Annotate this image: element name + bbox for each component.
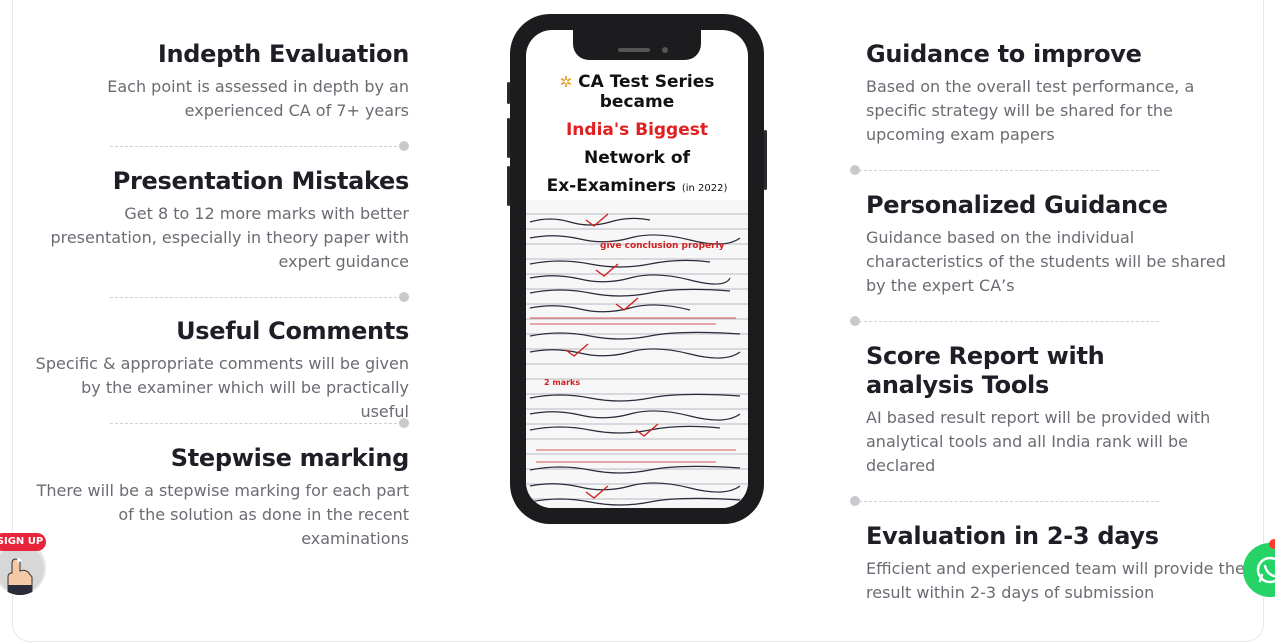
feature-desc: Each point is assessed in depth by an ex…	[107, 77, 409, 120]
feature-stepwise-marking: Stepwise marking There will be a stepwis…	[28, 444, 410, 551]
feature-desc: Guidance based on the individual charact…	[866, 228, 1226, 295]
answer-sheet-image: give conclusion properly 2 marks	[526, 200, 748, 508]
feature-title: Useful Comments	[176, 317, 409, 345]
feature-score-report: Score Report with analysis Tools AI base…	[866, 342, 1216, 478]
sheet-marks: 2 marks	[544, 378, 581, 387]
feature-desc: AI based result report will be provided …	[866, 408, 1211, 475]
feature-evaluation-2-3-days: Evaluation in 2-3 days Efficient and exp…	[866, 522, 1246, 605]
promo-line-4: Ex-Examiners	[546, 176, 676, 196]
feature-title: Evaluation in 2-3 days	[866, 522, 1159, 550]
phone-mockup: ✲ CA Test Series became India's Biggest …	[507, 14, 767, 524]
promo-line-1: CA Test Series became	[578, 72, 715, 112]
promo-banner: ✲ CA Test Series became India's Biggest …	[526, 60, 748, 196]
feature-personalized-guidance: Personalized Guidance Guidance based on …	[866, 191, 1246, 298]
divider	[110, 297, 402, 298]
divider	[859, 170, 1159, 171]
feature-title: Presentation Mistakes	[112, 167, 410, 195]
feature-title: Indepth Evaluation	[157, 40, 409, 68]
feature-presentation-mistakes: Presentation Mistakes Get 8 to 12 more m…	[28, 167, 409, 274]
party-popper-icon: ✲	[559, 73, 573, 91]
phone-side-button	[507, 118, 510, 158]
signup-button[interactable]: SIGN UP ▶	[0, 533, 46, 564]
phone-notch	[573, 30, 701, 60]
divider	[859, 321, 1159, 322]
feature-title: Stepwise marking	[170, 444, 410, 472]
feature-useful-comments: Useful Comments Specific & appropriate c…	[28, 317, 410, 424]
feature-title: Score Report with analysis Tools	[866, 342, 1105, 399]
divider	[859, 501, 1159, 502]
promo-line-2: India's Biggest	[565, 120, 709, 140]
phone-speaker	[618, 48, 650, 52]
feature-indepth-evaluation: Indepth Evaluation Each point is assesse…	[28, 40, 409, 123]
phone-screen: ✲ CA Test Series became India's Biggest …	[526, 30, 748, 508]
divider-dot	[399, 141, 409, 151]
feature-guidance-to-improve: Guidance to improve Based on the overall…	[866, 40, 1246, 147]
promo-line-4-note: (in 2022)	[681, 183, 728, 194]
feature-desc: Specific & appropriate comments will be …	[35, 354, 409, 421]
divider-dot	[399, 292, 409, 302]
feature-desc: There will be a stepwise marking for eac…	[36, 481, 409, 548]
divider-dot	[399, 418, 409, 428]
play-icon: ▶	[17, 556, 23, 564]
feature-desc: Get 8 to 12 more marks with better prese…	[50, 204, 409, 271]
feature-desc: Based on the overall test performance, a…	[866, 77, 1195, 144]
divider	[110, 423, 402, 424]
phone-power-button	[764, 130, 767, 190]
feature-title: Personalized Guidance	[866, 191, 1168, 219]
feature-title: Guidance to improve	[866, 40, 1142, 68]
signup-label: SIGN UP	[0, 536, 44, 547]
whatsapp-button[interactable]	[1243, 543, 1275, 597]
notification-badge	[1269, 539, 1275, 549]
phone-side-button	[507, 82, 510, 104]
phone-camera	[662, 47, 668, 53]
feature-desc: Efficient and experienced team will prov…	[866, 559, 1245, 602]
promo-line-3: Network of	[584, 148, 690, 168]
sheet-annotation: give conclusion properly	[600, 241, 725, 251]
whatsapp-icon	[1256, 556, 1275, 584]
phone-side-button	[507, 166, 510, 206]
divider	[110, 146, 402, 147]
